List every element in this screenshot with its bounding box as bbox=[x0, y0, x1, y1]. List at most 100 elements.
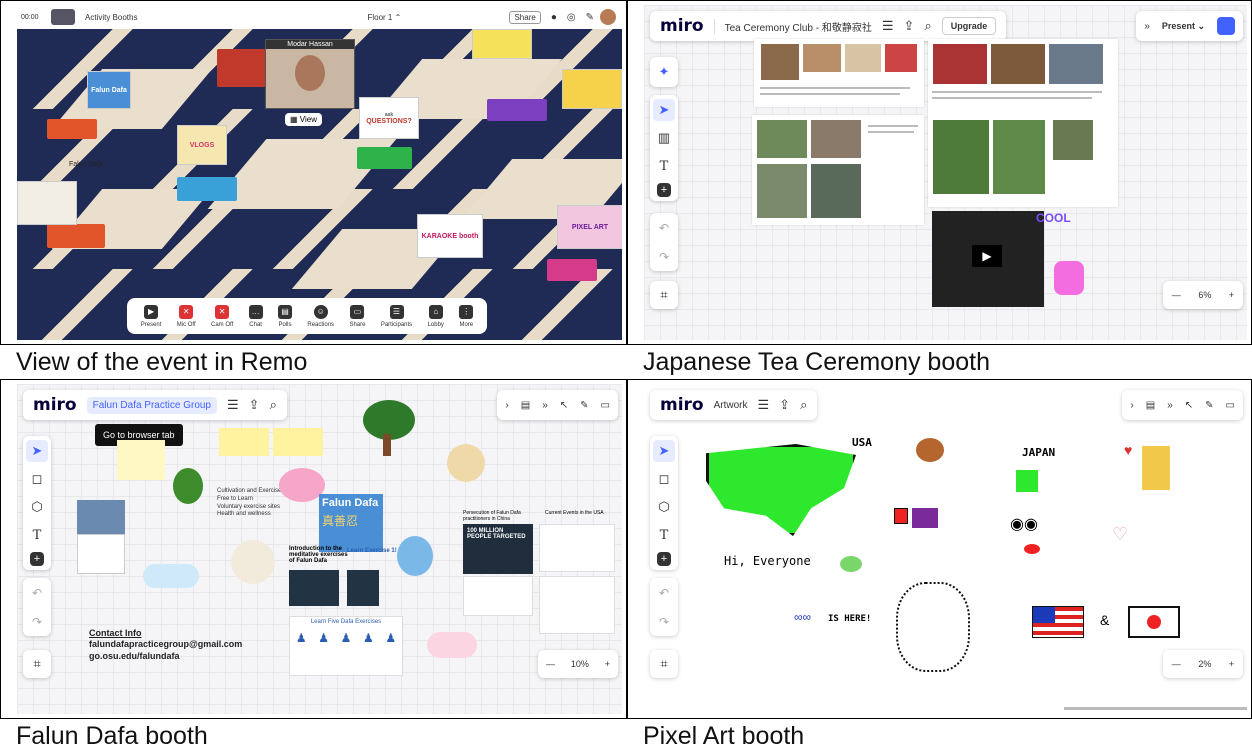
poster-right[interactable] bbox=[562, 69, 622, 109]
booth[interactable] bbox=[487, 99, 547, 121]
zoom-in-icon[interactable]: + bbox=[605, 659, 610, 669]
more-button[interactable]: ⋮ More bbox=[459, 304, 474, 328]
miro-logo[interactable]: miro bbox=[33, 395, 77, 415]
zoom-out-icon[interactable]: — bbox=[1172, 659, 1181, 669]
miro-logo[interactable]: miro bbox=[660, 16, 704, 36]
text-icon[interactable]: T bbox=[653, 155, 675, 177]
notes-icon[interactable]: ▤ bbox=[1146, 400, 1155, 411]
zoom-out-icon[interactable]: — bbox=[1172, 290, 1181, 300]
chat-button[interactable]: … Chat bbox=[248, 304, 263, 328]
share-icon[interactable] bbox=[1217, 17, 1235, 35]
polls-button[interactable]: ▤ Polls bbox=[278, 304, 292, 328]
add-icon[interactable]: + bbox=[657, 552, 671, 566]
tea-doc[interactable] bbox=[928, 39, 1118, 207]
comment-icon[interactable]: ▭ bbox=[1226, 400, 1235, 411]
locate-icon[interactable]: ◎ bbox=[567, 12, 576, 23]
zoom-out-icon[interactable]: — bbox=[546, 659, 555, 669]
undo-icon[interactable]: ↶ bbox=[659, 586, 669, 600]
redo-icon[interactable]: ↷ bbox=[32, 615, 42, 629]
chevron-right-icon[interactable]: › bbox=[1130, 400, 1133, 411]
export-icon[interactable]: ⇪ bbox=[249, 397, 260, 413]
add-icon[interactable]: + bbox=[657, 183, 671, 197]
reactions-icon[interactable]: ✎ bbox=[1205, 400, 1213, 411]
participants-button[interactable]: ☰ Participants bbox=[381, 304, 412, 328]
shapes-icon[interactable]: ⬡ bbox=[653, 496, 675, 518]
chat-icon[interactable]: ● bbox=[551, 12, 557, 23]
floor-map[interactable]: Falun Dafa Falun Dafa VLOGS ask QUESTION… bbox=[17, 29, 622, 340]
select-icon[interactable]: ➤ bbox=[26, 440, 48, 462]
redo-icon[interactable]: ↷ bbox=[659, 615, 669, 629]
booth[interactable] bbox=[47, 119, 97, 139]
notes-icon[interactable]: ▤ bbox=[521, 400, 530, 411]
present-button[interactable]: Present ⌄ bbox=[1162, 21, 1205, 32]
undo-icon[interactable]: ↶ bbox=[659, 221, 669, 235]
zoom-in-icon[interactable]: + bbox=[1229, 290, 1234, 300]
menu-icon[interactable]: ☰ bbox=[882, 18, 894, 34]
cam-button[interactable]: ✕ Cam Off bbox=[211, 304, 233, 328]
sticky-note[interactable] bbox=[117, 440, 165, 480]
mic-button[interactable]: ✕ Mic Off bbox=[177, 304, 196, 328]
room-name[interactable]: Activity Booths bbox=[85, 13, 137, 22]
booth[interactable] bbox=[47, 224, 105, 248]
frames-icon[interactable]: ⌗ bbox=[650, 281, 678, 309]
exercises-card[interactable]: Learn Five Dafa Exercises ♟ ♟ ♟ ♟ ♟ bbox=[289, 616, 403, 676]
video-tile[interactable]: Modar Hassan bbox=[265, 39, 355, 109]
falun-poster[interactable]: Falun Dafa bbox=[87, 71, 131, 109]
sticky-note[interactable] bbox=[219, 428, 269, 456]
export-icon[interactable]: ⇪ bbox=[904, 18, 915, 34]
zoom-in-icon[interactable]: + bbox=[1229, 659, 1234, 669]
share-screen-button[interactable]: ▭ Share bbox=[349, 304, 365, 328]
collapse-icon[interactable]: » bbox=[542, 400, 548, 411]
tea-poster[interactable] bbox=[17, 181, 77, 225]
add-icon[interactable]: + bbox=[30, 552, 44, 566]
board-name[interactable]: Falun Dafa Practice Group bbox=[86, 396, 217, 414]
export-icon[interactable]: ⇪ bbox=[779, 397, 790, 413]
select-icon[interactable]: ➤ bbox=[653, 440, 675, 462]
video-thumb[interactable] bbox=[347, 570, 379, 606]
pixel-poster[interactable]: PIXEL ART bbox=[557, 205, 622, 249]
text-icon[interactable]: T bbox=[653, 524, 675, 546]
video-embed[interactable]: ▶ bbox=[932, 211, 1044, 307]
collapse-icon[interactable]: » bbox=[1144, 21, 1150, 32]
cursor-icon[interactable]: ↖ bbox=[560, 400, 568, 411]
karaoke-poster[interactable]: KARAOKE booth bbox=[417, 214, 483, 258]
menu-icon[interactable]: ☰ bbox=[227, 397, 239, 413]
frames-icon[interactable]: ⌗ bbox=[650, 650, 678, 678]
menu-icon[interactable]: ☰ bbox=[758, 397, 770, 413]
sticky-note-icon[interactable]: ◻ bbox=[653, 468, 675, 490]
share-button[interactable]: Share bbox=[509, 10, 541, 24]
shapes-icon[interactable]: ⬡ bbox=[26, 496, 48, 518]
miro-logo[interactable]: miro bbox=[660, 395, 704, 415]
board-name[interactable]: Tea Ceremony Club - 和敬静寂社 bbox=[713, 18, 872, 34]
collapse-icon[interactable]: » bbox=[1167, 400, 1173, 411]
booth[interactable] bbox=[177, 177, 237, 201]
poster-top[interactable] bbox=[472, 29, 532, 59]
reactions-icon[interactable]: ✎ bbox=[580, 400, 588, 411]
chevron-right-icon[interactable]: › bbox=[505, 400, 508, 411]
cursor-icon[interactable]: ↖ bbox=[1185, 400, 1193, 411]
sticky-note-icon[interactable]: ◻ bbox=[26, 468, 48, 490]
select-icon[interactable]: ➤ bbox=[653, 99, 675, 121]
falun-title-card[interactable]: Falun Dafa 真善忍 bbox=[319, 494, 383, 552]
board-name[interactable]: Artwork bbox=[714, 400, 748, 411]
play-icon[interactable]: ▶ bbox=[972, 245, 1002, 267]
horizontal-scrollbar[interactable] bbox=[1064, 707, 1247, 710]
frames-icon[interactable]: ⌗ bbox=[23, 650, 51, 678]
search-icon[interactable]: ⌕ bbox=[270, 397, 277, 413]
search-icon[interactable]: ⌕ bbox=[800, 397, 807, 413]
pen-icon[interactable]: ✎ bbox=[586, 12, 594, 23]
sticky-note[interactable] bbox=[273, 428, 323, 456]
upgrade-button[interactable]: Upgrade bbox=[941, 17, 997, 35]
view-button[interactable]: ▦ View bbox=[285, 113, 322, 126]
comment-icon[interactable]: ▭ bbox=[601, 400, 610, 411]
reactions-button[interactable]: ☺ Reactions bbox=[307, 304, 334, 328]
present-button[interactable]: ▶ Present bbox=[141, 304, 161, 328]
ai-sparkle-icon[interactable]: ✦ bbox=[653, 61, 675, 83]
video-thumb[interactable] bbox=[289, 570, 339, 606]
tea-doc[interactable] bbox=[752, 115, 924, 225]
redo-icon[interactable]: ↷ bbox=[659, 250, 669, 264]
questions-poster[interactable]: ask QUESTIONS? bbox=[359, 97, 419, 139]
lobby-button[interactable]: ⌂ Lobby bbox=[428, 304, 444, 328]
avatar[interactable] bbox=[600, 9, 616, 25]
booth[interactable] bbox=[357, 147, 412, 169]
